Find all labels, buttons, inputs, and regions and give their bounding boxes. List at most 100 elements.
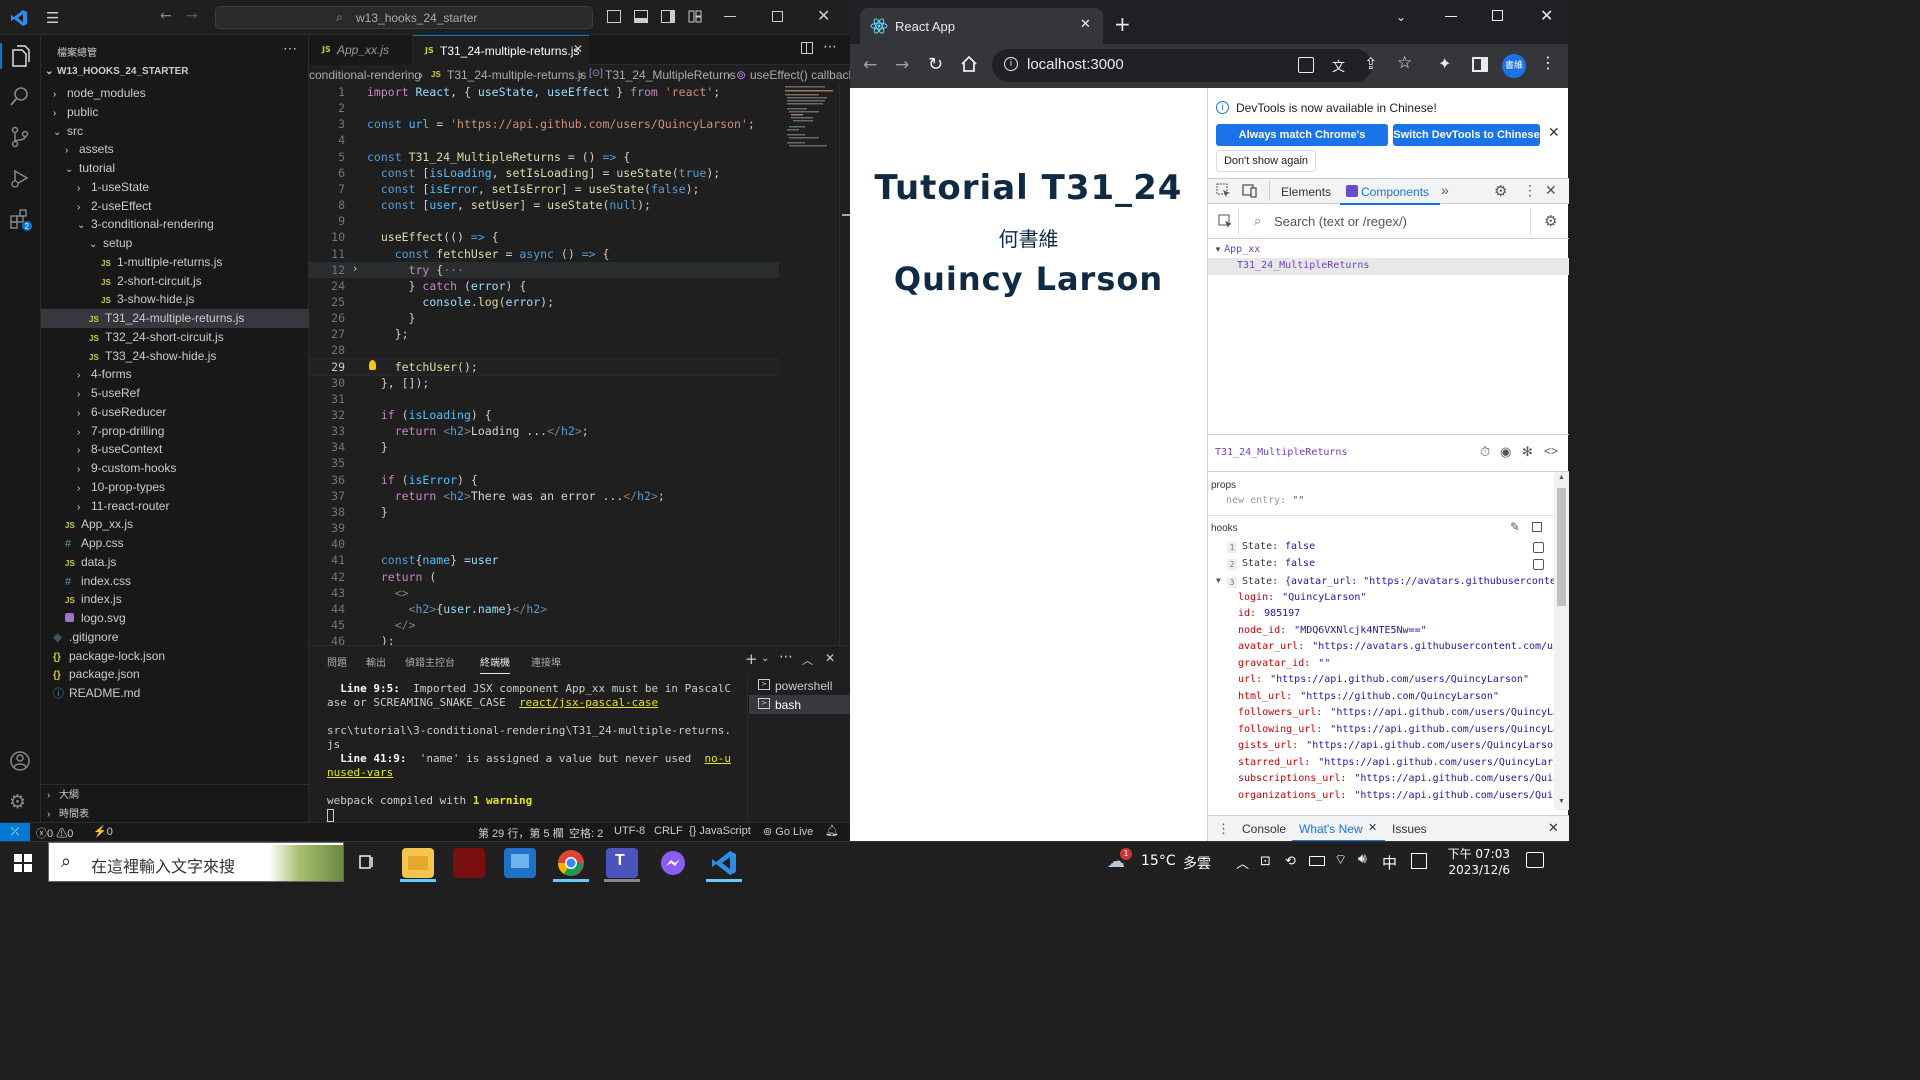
omnibox[interactable]: i localhost:3000 bbox=[992, 49, 1372, 82]
bookmark-star-icon[interactable]: ☆ bbox=[1397, 53, 1412, 73]
panel-tab[interactable]: 輸出 bbox=[366, 654, 386, 669]
task-view-icon[interactable] bbox=[357, 853, 375, 871]
hook-row[interactable]: 1 State: false bbox=[1208, 540, 1554, 556]
select-component-icon[interactable] bbox=[1218, 214, 1233, 229]
state-field-row[interactable]: avatar_url: "https://avatars.githubuserco… bbox=[1238, 641, 1554, 657]
notifications-bell-icon[interactable]: 🔔︎ bbox=[825, 824, 839, 837]
go-live-button[interactable]: ⊚ Go Live bbox=[763, 825, 813, 838]
tree-item[interactable]: › 4-forms bbox=[41, 365, 309, 384]
toggle-secondary-sidebar-icon[interactable] bbox=[661, 10, 675, 23]
back-icon[interactable]: ← bbox=[863, 55, 877, 75]
state-field-row[interactable]: followers_url: "https://api.github.com/us… bbox=[1238, 707, 1554, 723]
taskbar-search-box[interactable]: ⌕ 在這裡輸入文字來搜 bbox=[48, 842, 344, 882]
tree-item[interactable]: › 9-custom-hooks bbox=[41, 459, 309, 478]
hook-row[interactable]: ▼ 3 State: {avatar_url: "https://avatars.gi… bbox=[1208, 575, 1554, 591]
drawer-tab-issues[interactable]: Issues bbox=[1392, 822, 1427, 836]
tree-item[interactable]: JS App_xx.js bbox=[41, 515, 309, 534]
devtools-menu-icon[interactable]: ⋮ bbox=[1523, 182, 1537, 199]
toggle-sidebar-icon[interactable] bbox=[607, 10, 621, 23]
state-field-row[interactable]: gravatar_id: "" bbox=[1238, 658, 1554, 674]
line-ending[interactable]: CRLF bbox=[654, 825, 683, 837]
suspend-timer-icon[interactable]: ⏱ bbox=[1480, 444, 1490, 460]
code-area[interactable]: 1 import React, { useState, useEffect } f… bbox=[309, 84, 779, 645]
state-field-row[interactable]: url: "https://api.github.com/users/Quincy… bbox=[1238, 674, 1554, 690]
close-window-icon[interactable]: ✕ bbox=[817, 6, 830, 25]
tree-item[interactable]: ◆ .gitignore bbox=[41, 628, 309, 647]
explorer-root[interactable]: ⌄ W13_HOOKS_24_STARTER bbox=[45, 66, 189, 77]
tree-item[interactable]: ⌄ src bbox=[41, 122, 309, 141]
tab-react-app[interactable]: React App ✕ bbox=[860, 8, 1103, 44]
state-field-row[interactable]: login: "QuincyLarson" bbox=[1238, 592, 1554, 608]
timeline-section[interactable]: › 時間表 bbox=[47, 805, 89, 820]
chrome-menu-icon[interactable]: ⋮ bbox=[1540, 53, 1556, 72]
devtools-settings-icon[interactable]: ⚙ bbox=[1494, 182, 1507, 200]
new-terminal-icon[interactable]: + bbox=[745, 650, 758, 668]
command-center-search[interactable]: ⌕ w13_hooks_24_starter bbox=[215, 6, 593, 29]
state-field-row[interactable]: starred_url: "https://api.github.com/user… bbox=[1238, 757, 1554, 773]
tree-item[interactable]: # index.css bbox=[41, 572, 309, 591]
view-source-icon[interactable]: <> bbox=[1544, 444, 1558, 458]
ports-indicator[interactable]: ⚡0 bbox=[93, 825, 113, 838]
run-debug-icon[interactable] bbox=[9, 167, 31, 189]
home-icon[interactable] bbox=[960, 55, 978, 73]
dont-show-button[interactable]: Don't show again bbox=[1216, 150, 1316, 172]
inspector-scrollbar[interactable]: ▲ ▼ bbox=[1554, 472, 1569, 810]
extensions-icon[interactable]: 2 bbox=[9, 208, 33, 232]
site-info-icon[interactable]: i bbox=[1004, 57, 1018, 71]
tree-item[interactable]: › 1-useState bbox=[41, 178, 309, 197]
encoding[interactable]: UTF-8 bbox=[614, 825, 645, 837]
tree-item[interactable]: ⓘ README.md bbox=[41, 684, 309, 703]
hook-checkbox[interactable] bbox=[1533, 542, 1544, 553]
state-field-row[interactable]: organizations_url: "https://api.github.co… bbox=[1238, 790, 1554, 806]
forward-arrow-icon[interactable]: → bbox=[186, 8, 198, 24]
state-field-row[interactable]: id: 985197 bbox=[1238, 608, 1554, 624]
more-actions-icon[interactable]: ⋯ bbox=[283, 40, 297, 57]
state-field-row[interactable]: node_id: "MDQ6VXNlcjk4NTE5Nw==" bbox=[1238, 625, 1554, 641]
app-dragon-icon[interactable] bbox=[453, 848, 485, 878]
close-panel-icon[interactable]: ✕ bbox=[825, 651, 835, 665]
clock-date[interactable]: 2023/12/6 bbox=[1444, 863, 1510, 877]
tree-item[interactable]: › 6-useReducer bbox=[41, 403, 309, 422]
tree-item[interactable]: › 11-react-router bbox=[41, 497, 309, 516]
minimize-icon[interactable] bbox=[1445, 16, 1457, 17]
tab-search-icon[interactable]: ⌄ bbox=[1396, 10, 1406, 24]
state-field-row[interactable]: html_url: "https://github.com/QuincyLarso… bbox=[1238, 691, 1554, 707]
close-window-icon[interactable]: ✕ bbox=[1540, 6, 1553, 25]
messenger-icon[interactable] bbox=[657, 848, 689, 878]
extensions-puzzle-icon[interactable]: ✦ bbox=[1438, 54, 1451, 73]
maximize-icon[interactable] bbox=[1492, 10, 1503, 21]
terminal-link[interactable]: no-u bbox=[705, 752, 732, 765]
ime-indicator[interactable]: 中 bbox=[1382, 852, 1397, 873]
menu-icon[interactable]: ☰ bbox=[46, 9, 59, 27]
editor-more-icon[interactable]: ⋯ bbox=[823, 39, 837, 55]
toggle-panel-icon[interactable] bbox=[634, 10, 648, 23]
terminal-dropdown-icon[interactable]: ⌄ bbox=[761, 653, 769, 664]
close-drawer-tab-icon[interactable]: ✕ bbox=[1368, 821, 1377, 834]
account-icon[interactable] bbox=[9, 750, 31, 772]
inspect-dom-eye-icon[interactable]: ◉ bbox=[1500, 444, 1511, 460]
state-field-row[interactable]: subscriptions_url: "https://api.github.co… bbox=[1238, 773, 1554, 789]
terminal-item-bash[interactable]: > bash bbox=[749, 695, 851, 714]
problems-indicator[interactable]: ⓧ0 ⚠0 bbox=[36, 825, 73, 841]
new-tab-icon[interactable]: + bbox=[1114, 12, 1131, 36]
tree-item[interactable]: › 5-useRef bbox=[41, 384, 309, 403]
component-search-input[interactable]: Search (text or /regex/) bbox=[1274, 214, 1407, 229]
wifi-icon[interactable]: ⌔ bbox=[1334, 851, 1347, 869]
parse-hooks-wand-icon[interactable]: ✎ bbox=[1510, 520, 1520, 534]
show-hidden-icons-icon[interactable]: ︿ bbox=[1236, 853, 1249, 872]
tree-item[interactable]: ⌄ setup bbox=[41, 234, 309, 253]
close-tab-icon[interactable]: ✕ bbox=[573, 42, 583, 56]
minimize-icon[interactable] bbox=[724, 16, 736, 17]
explorer-icon[interactable] bbox=[9, 44, 31, 68]
customize-layout-icon[interactable] bbox=[688, 10, 702, 23]
tree-row-t31[interactable]: T31_24_MultipleReturns bbox=[1208, 258, 1569, 275]
panel-more-icon[interactable]: ⋯ bbox=[779, 649, 793, 665]
clock-time[interactable]: 下午 07:03 bbox=[1444, 845, 1510, 862]
log-bug-icon[interactable]: ✻ bbox=[1522, 444, 1533, 460]
share-icon[interactable]: ⇪ bbox=[1364, 54, 1377, 73]
breadcrumb-item[interactable]: T31_24_MultipleReturns bbox=[605, 68, 736, 82]
close-devtools-icon[interactable]: ✕ bbox=[1545, 182, 1557, 199]
windows-start-icon[interactable] bbox=[14, 854, 32, 872]
app-desktop-icon[interactable] bbox=[504, 848, 536, 878]
component-settings-icon[interactable]: ⚙ bbox=[1544, 212, 1557, 230]
